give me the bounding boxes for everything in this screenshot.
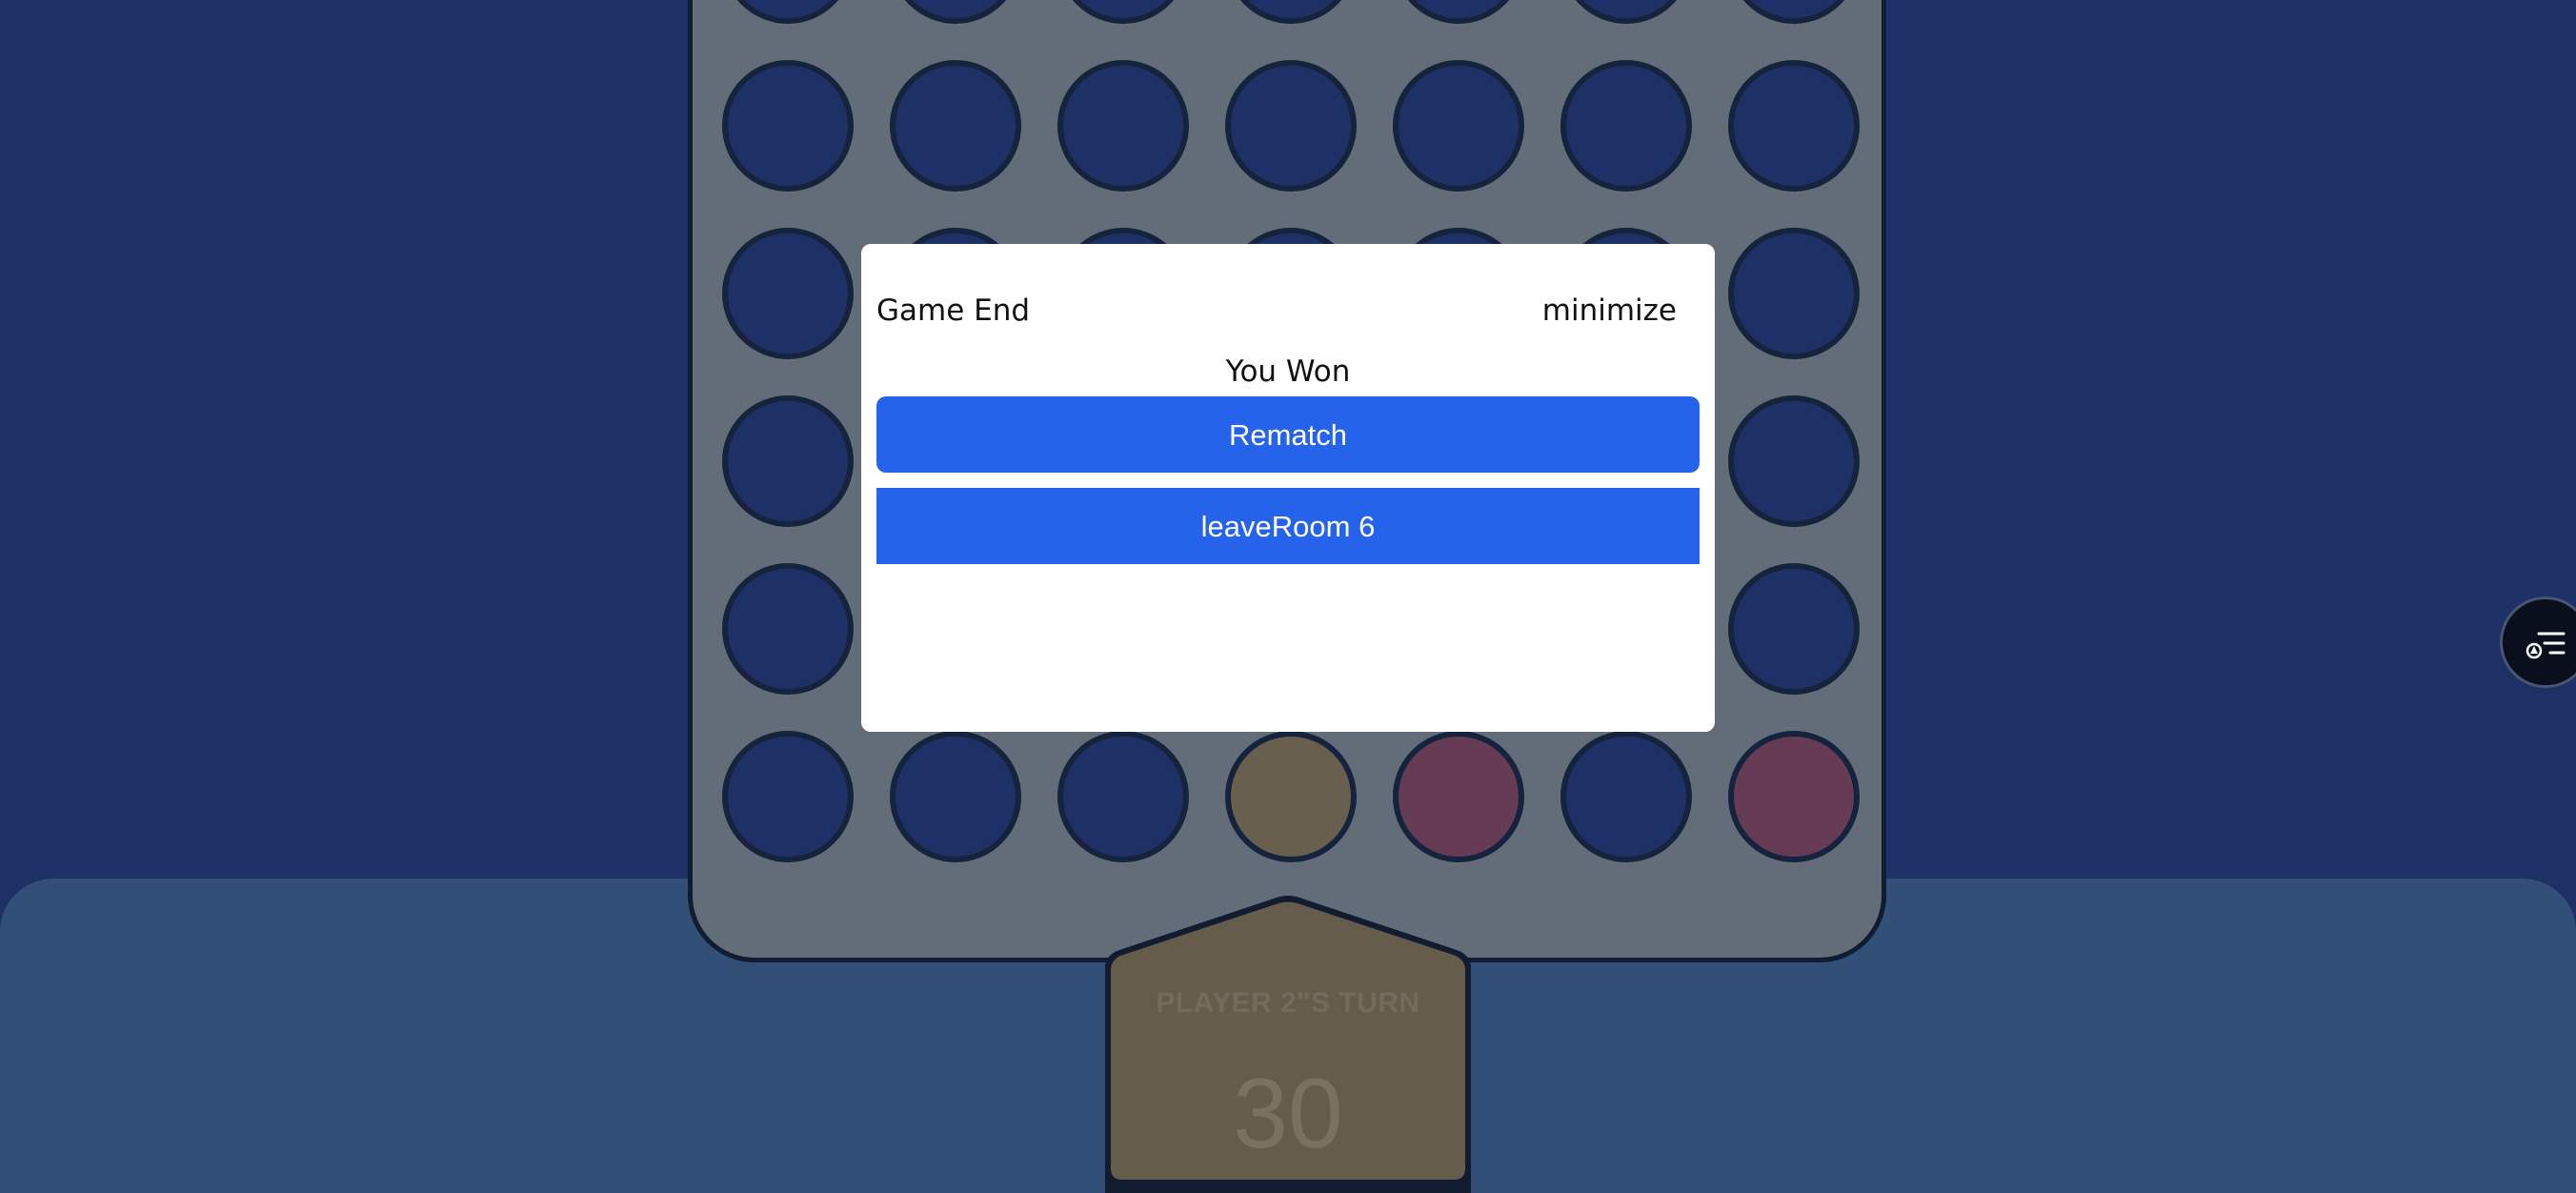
board-cell-r1-c3[interactable] bbox=[1225, 60, 1357, 192]
menu-list-icon bbox=[2526, 632, 2566, 659]
side-menu-button[interactable] bbox=[2500, 596, 2576, 688]
board-cell-r0-c6[interactable] bbox=[1728, 0, 1860, 24]
board-cell-r0-c3[interactable] bbox=[1225, 0, 1357, 24]
board-cell-r0-c0[interactable] bbox=[722, 0, 854, 24]
board-cell-r1-c1[interactable] bbox=[890, 60, 1021, 192]
turn-label: PLAYER 2"S TURN bbox=[1156, 987, 1420, 1019]
board-cell-r1-c5[interactable] bbox=[1560, 60, 1692, 192]
board-cell-r2-c6[interactable] bbox=[1728, 228, 1860, 359]
result-message: You Won bbox=[1225, 354, 1351, 389]
board-cell-r2-c0[interactable] bbox=[722, 228, 854, 359]
board-cell-r0-c5[interactable] bbox=[1560, 0, 1692, 24]
minimize-button[interactable]: minimize bbox=[1542, 293, 1677, 328]
turn-timer: 30 bbox=[1233, 1059, 1343, 1169]
board-cell-r0-c1[interactable] bbox=[890, 0, 1021, 24]
board-cell-r0-c4[interactable] bbox=[1393, 0, 1524, 24]
game-end-modal: Game End minimize You Won Rematch leaveR… bbox=[861, 244, 1715, 732]
board-cell-r1-c0[interactable] bbox=[722, 60, 854, 192]
board-cell-r5-c1[interactable] bbox=[890, 731, 1021, 862]
modal-title: Game End bbox=[876, 293, 1031, 328]
turn-indicator: PLAYER 2"S TURN 30 bbox=[1099, 892, 1477, 1193]
game-screen: PLAYER 2"S TURN 30 Game End minimize You… bbox=[0, 0, 2576, 1193]
leave-room-button[interactable]: leaveRoom 6 bbox=[876, 488, 1700, 564]
board-cell-r3-c0[interactable] bbox=[722, 395, 854, 527]
board-cell-r5-c0[interactable] bbox=[722, 731, 854, 862]
board-cell-r5-c6[interactable] bbox=[1728, 731, 1860, 862]
board-cell-r1-c6[interactable] bbox=[1728, 60, 1860, 192]
board-cell-r3-c6[interactable] bbox=[1728, 395, 1860, 527]
board-cell-r1-c2[interactable] bbox=[1057, 60, 1189, 192]
board-cell-r5-c5[interactable] bbox=[1560, 731, 1692, 862]
board-cell-r0-c2[interactable] bbox=[1057, 0, 1189, 24]
board-cell-r5-c3[interactable] bbox=[1225, 731, 1357, 862]
board-cell-r4-c0[interactable] bbox=[722, 563, 854, 695]
board-cell-r4-c6[interactable] bbox=[1728, 563, 1860, 695]
board-cell-r5-c4[interactable] bbox=[1393, 731, 1524, 862]
board-cell-r5-c2[interactable] bbox=[1057, 731, 1189, 862]
board-cell-r1-c4[interactable] bbox=[1393, 60, 1524, 192]
rematch-button[interactable]: Rematch bbox=[876, 396, 1700, 473]
